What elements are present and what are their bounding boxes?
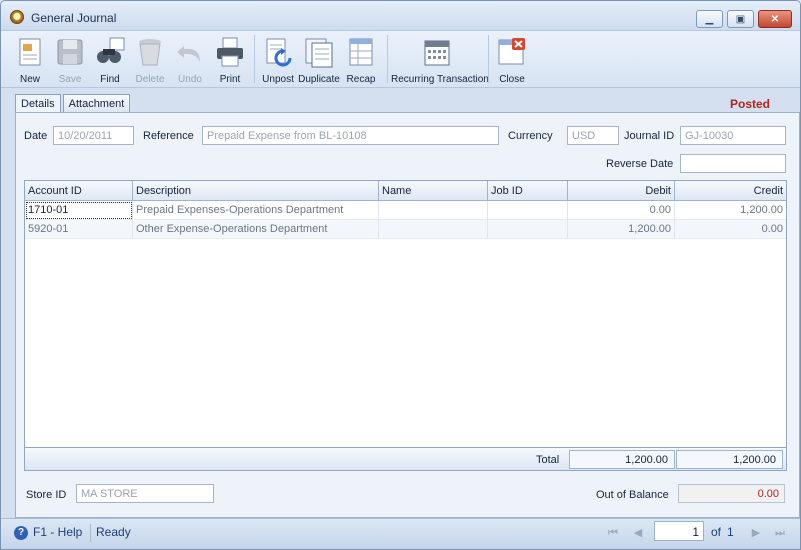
- store-id-field[interactable]: MA STORE: [76, 484, 214, 503]
- close-form-icon: [498, 38, 525, 65]
- grid-header: Account ID Description Name Job ID Debit…: [25, 181, 786, 201]
- tab-attachment[interactable]: Attachment: [62, 94, 131, 112]
- trash-icon: [139, 39, 161, 66]
- date-field[interactable]: 10/20/2011: [53, 126, 134, 145]
- previous-page-icon[interactable]: ◀: [631, 525, 645, 541]
- tab-details[interactable]: Details: [15, 94, 61, 113]
- journal-id-label: Journal ID: [624, 130, 675, 142]
- toolbar-separator: [387, 35, 388, 83]
- cell-description[interactable]: Prepaid Expenses-Operations Department: [133, 201, 379, 220]
- details-panel: Date 10/20/2011 Reference Prepaid Expens…: [15, 112, 800, 518]
- recurring-transaction-label: Recurring Transaction: [391, 74, 489, 85]
- save-icon: [57, 39, 83, 65]
- store-id-label: Store ID: [26, 489, 67, 501]
- ready-status: Ready: [96, 525, 131, 539]
- reverse-date-label: Reverse Date: [606, 158, 674, 170]
- recurring-transaction-button[interactable]: Recurring Transaction: [391, 35, 489, 87]
- close-window-button[interactable]: ✕: [758, 10, 792, 28]
- printer-icon: [217, 37, 243, 67]
- minimize-icon: ▁: [705, 13, 714, 25]
- close-icon: ✕: [770, 13, 780, 25]
- column-header-debit[interactable]: Debit: [568, 181, 675, 201]
- toolbar: New Save Find Delete Undo Print Unpost D…: [1, 31, 800, 88]
- duplicate-button[interactable]: Duplicate: [296, 35, 342, 87]
- reference-field[interactable]: Prepaid Expense from BL-10108: [202, 126, 499, 145]
- recap-button[interactable]: Recap: [338, 35, 384, 87]
- duplicate-icon: [305, 38, 333, 68]
- column-header-description[interactable]: Description: [133, 181, 379, 201]
- print-label: Print: [219, 74, 241, 85]
- minimize-button[interactable]: ▁: [696, 10, 723, 28]
- page-of-label: of: [711, 525, 722, 539]
- status-bar: ? F1 - Help Ready ⏮ ◀ 1 of 1 ▶ ⏭: [1, 518, 800, 549]
- maximize-icon: ▣: [735, 13, 746, 25]
- cell-description[interactable]: Other Expense-Operations Department: [133, 220, 379, 239]
- cell-account-id[interactable]: 1710-01: [25, 201, 133, 220]
- window-title: General Journal: [31, 11, 117, 25]
- print-button[interactable]: Print: [207, 35, 253, 87]
- journal-id-field[interactable]: GJ-10030: [680, 126, 786, 145]
- currency-field[interactable]: USD: [567, 126, 619, 145]
- app-icon: [10, 10, 24, 24]
- page-number-input[interactable]: 1: [654, 521, 704, 541]
- window-controls: ▁ ▣ ✕: [696, 10, 792, 28]
- total-label: Total: [536, 454, 560, 466]
- status-badge: Posted: [729, 97, 770, 111]
- unpost-label: Unpost: [262, 74, 294, 85]
- reverse-date-field[interactable]: [680, 154, 786, 173]
- reference-label: Reference: [143, 130, 194, 142]
- cell-name[interactable]: [379, 220, 488, 239]
- unpost-icon: [266, 38, 292, 67]
- column-header-job-id[interactable]: Job ID: [488, 181, 568, 201]
- duplicate-label: Duplicate: [298, 74, 340, 85]
- column-header-credit[interactable]: Credit: [675, 181, 786, 201]
- date-label: Date: [24, 130, 48, 142]
- maximize-button[interactable]: ▣: [727, 10, 754, 28]
- recap-icon: [349, 38, 373, 66]
- general-journal-window: General Journal ▁ ▣ ✕ New Save Find Dele…: [0, 0, 801, 550]
- help-icon[interactable]: ?: [14, 526, 28, 540]
- first-page-icon[interactable]: ⏮: [606, 525, 620, 541]
- out-of-balance-value: 0.00: [678, 484, 785, 503]
- total-pages: 1: [727, 525, 734, 539]
- new-icon: [19, 38, 41, 66]
- column-header-name[interactable]: Name: [379, 181, 488, 201]
- close-button[interactable]: Close: [489, 35, 535, 87]
- next-page-icon[interactable]: ▶: [749, 525, 763, 541]
- total-debit: 1,200.00: [569, 450, 675, 469]
- last-page-icon[interactable]: ⏭: [773, 525, 787, 541]
- undo-icon: [177, 46, 200, 62]
- status-divider: [90, 524, 91, 542]
- close-label: Close: [499, 74, 525, 85]
- cell-account-id[interactable]: 5920-01: [25, 220, 133, 239]
- tab-strip: Details Attachment: [15, 94, 132, 113]
- total-credit: 1,200.00: [676, 450, 783, 469]
- cell-debit[interactable]: 0.00: [568, 201, 675, 220]
- cell-credit[interactable]: 1,200.00: [675, 201, 786, 220]
- journal-grid: Account ID Description Name Job ID Debit…: [24, 180, 787, 471]
- currency-label: Currency: [508, 130, 553, 142]
- table-row[interactable]: 5920-01 Other Expense-Operations Departm…: [25, 220, 786, 239]
- column-header-account-id[interactable]: Account ID: [25, 181, 133, 201]
- out-of-balance-label: Out of Balance: [596, 489, 669, 501]
- table-row[interactable]: 1710-01 Prepaid Expenses-Operations Depa…: [25, 201, 786, 220]
- title-bar: General Journal ▁ ▣ ✕: [1, 1, 800, 31]
- calendar-icon: [424, 40, 450, 66]
- help-link[interactable]: F1 - Help: [33, 525, 82, 539]
- unpost-button[interactable]: Unpost: [255, 35, 301, 87]
- cell-debit[interactable]: 1,200.00: [568, 220, 675, 239]
- grid-totals-row: Total 1,200.00 1,200.00: [24, 447, 787, 471]
- cell-credit[interactable]: 0.00: [675, 220, 786, 239]
- cell-job-id[interactable]: [488, 201, 568, 220]
- cell-name[interactable]: [379, 201, 488, 220]
- binoculars-icon: [97, 37, 125, 63]
- recap-label: Recap: [346, 74, 376, 85]
- cell-job-id[interactable]: [488, 220, 568, 239]
